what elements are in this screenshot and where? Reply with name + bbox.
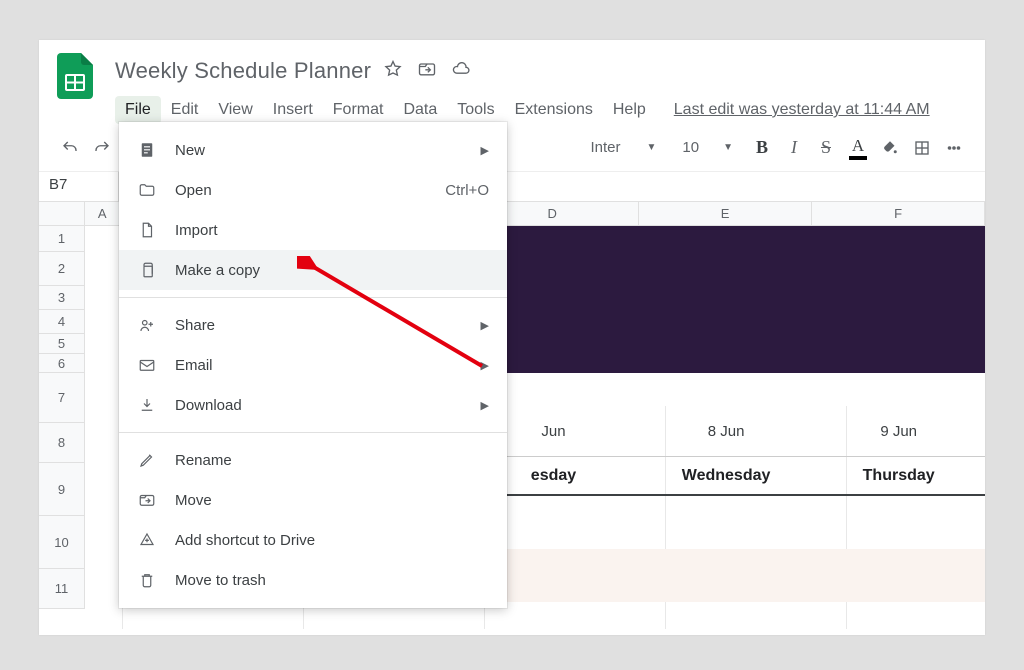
date-cell-e[interactable]: 8 Jun [640,406,813,456]
file-menu-trash-label: Move to trash [175,572,489,589]
file-menu-download-label: Download [175,397,463,414]
select-all-corner[interactable] [39,202,85,226]
file-menu-open-shortcut: Ctrl+O [445,182,489,199]
chevron-down-icon: ▼ [723,142,733,153]
font-family-label: Inter [590,139,620,156]
submenu-arrow-icon: ▶ [481,399,489,412]
file-menu-share[interactable]: Share ▶ [119,305,507,345]
file-menu-open-label: Open [175,182,427,199]
move-icon [137,490,157,510]
menu-view[interactable]: View [208,96,262,124]
row-header-7[interactable]: 7 [39,373,85,423]
row-header-8[interactable]: 8 [39,423,85,463]
menu-data[interactable]: Data [393,96,447,124]
text-color-button[interactable]: A [845,135,871,161]
col-header-e[interactable]: E [639,202,812,225]
file-menu-import-label: Import [175,222,489,239]
row-header-9[interactable]: 9 [39,463,85,516]
file-menu-make-copy[interactable]: Make a copy [119,250,507,290]
bold-button[interactable]: B [749,135,775,161]
menubar: File Edit View Insert Format Data Tools … [39,88,985,124]
col-header-a[interactable]: A [85,202,120,225]
file-menu-import[interactable]: Import [119,210,507,250]
row-header-6[interactable]: 6 [39,354,85,373]
file-menu-rename-label: Rename [175,452,489,469]
row-header-5[interactable]: 5 [39,334,85,354]
italic-button[interactable]: I [781,135,807,161]
chevron-down-icon: ▼ [647,142,657,153]
file-menu-move-label: Move [175,492,489,509]
day-cell-f[interactable]: Thursday [812,457,985,494]
menu-insert[interactable]: Insert [263,96,323,124]
more-toolbar-button[interactable] [941,135,967,161]
menu-help[interactable]: Help [603,96,656,124]
menu-edit[interactable]: Edit [161,96,209,124]
file-menu-dropdown: New ▶ Open Ctrl+O Import Make a copy Sha… [119,122,507,608]
date-cell-f[interactable]: 9 Jun [812,406,985,456]
text-color-letter: A [852,136,864,156]
sheets-logo-icon [57,53,93,99]
file-menu-open[interactable]: Open Ctrl+O [119,170,507,210]
text-color-underline [849,156,867,160]
menu-format[interactable]: Format [323,96,394,124]
move-to-folder-icon[interactable] [417,59,437,84]
menu-separator [119,297,507,298]
star-icon[interactable] [383,59,403,84]
submenu-arrow-icon: ▶ [481,319,489,332]
row-header-2[interactable]: 2 [39,252,85,286]
row-header-10[interactable]: 10 [39,516,85,569]
submenu-arrow-icon: ▶ [481,144,489,157]
rename-icon [137,450,157,470]
file-menu-make-copy-label: Make a copy [175,262,489,279]
drive-shortcut-icon [137,530,157,550]
day-cell-e[interactable]: Wednesday [640,457,813,494]
name-box[interactable]: B7 [39,172,119,201]
redo-button[interactable] [89,135,115,161]
submenu-arrow-icon: ▶ [481,359,489,372]
menu-file[interactable]: File [115,96,161,124]
file-menu-email[interactable]: Email ▶ [119,345,507,385]
row-header-4[interactable]: 4 [39,310,85,334]
menu-tools[interactable]: Tools [447,96,504,124]
share-icon [137,315,157,335]
row-header-1[interactable]: 1 [39,226,85,252]
file-menu-add-shortcut[interactable]: Add shortcut to Drive [119,520,507,560]
copy-icon [137,260,157,280]
cloud-status-icon[interactable] [451,59,471,84]
font-family-select[interactable]: Inter ▼ [580,139,666,156]
file-menu-email-label: Email [175,357,463,374]
file-menu-new-label: New [175,142,463,159]
document-title[interactable]: Weekly Schedule Planner [115,58,371,84]
file-menu-rename[interactable]: Rename [119,440,507,480]
file-menu-share-label: Share [175,317,463,334]
file-menu-trash[interactable]: Move to trash [119,560,507,600]
font-size-label: 10 [682,139,699,156]
trash-icon [137,570,157,590]
column-a-blank[interactable] [85,226,122,629]
folder-icon [137,180,157,200]
strikethrough-button[interactable]: S [813,135,839,161]
file-menu-add-shortcut-label: Add shortcut to Drive [175,532,489,549]
row-headers: 1 2 3 4 5 6 7 8 9 10 11 [39,226,85,609]
col-header-f[interactable]: F [812,202,985,225]
fill-color-button[interactable] [877,135,903,161]
email-icon [137,355,157,375]
menu-separator [119,432,507,433]
import-icon [137,220,157,240]
file-menu-move[interactable]: Move [119,480,507,520]
new-icon [137,140,157,160]
undo-button[interactable] [57,135,83,161]
app-window: Weekly Schedule Planner File Edit View I… [39,40,985,635]
row-header-11[interactable]: 11 [39,569,85,609]
font-size-select[interactable]: 10 ▼ [672,139,743,156]
borders-button[interactable] [909,135,935,161]
download-icon [137,395,157,415]
menu-extensions[interactable]: Extensions [505,96,603,124]
last-edit-link[interactable]: Last edit was yesterday at 11:44 AM [674,101,930,119]
title-bar: Weekly Schedule Planner [39,40,985,88]
row-header-3[interactable]: 3 [39,286,85,310]
file-menu-new[interactable]: New ▶ [119,130,507,170]
file-menu-download[interactable]: Download ▶ [119,385,507,425]
